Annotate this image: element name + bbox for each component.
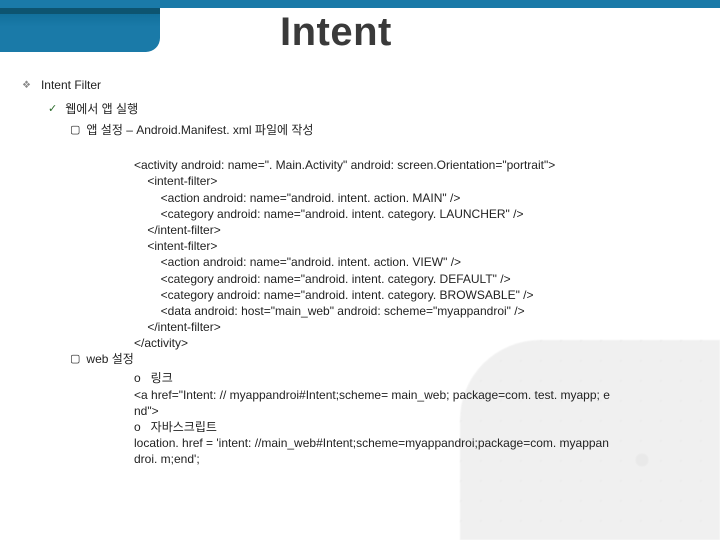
code-line: </activity> [134, 336, 188, 350]
title-row: Intent [0, 8, 720, 55]
bullet-web-setting: ▢ web 설정 [70, 351, 692, 368]
web-js-label: o 자바스크립트 [134, 420, 217, 434]
bullet-app-setting: ▢ 앱 설정 – Android.Manifest. xml 파일에 작성 [70, 122, 692, 139]
accent-block [0, 8, 160, 52]
web-link-label: o 링크 [134, 371, 173, 385]
code-line: </intent-filter> [134, 320, 221, 334]
lvl2-text: 웹에서 앱 실행 [65, 101, 138, 118]
manifest-code-block: <activity android: name=". Main.Activity… [134, 141, 692, 351]
code-line: <activity android: name=". Main.Activity… [134, 158, 555, 172]
header-topbar [0, 0, 720, 8]
web-code-block: o 링크 <a href="Intent: // myappandroi#Int… [134, 370, 614, 467]
web-setting-text: web 설정 [86, 351, 133, 368]
lvl1-text: Intent Filter [41, 77, 101, 95]
diamond-icon: ❖ [22, 77, 31, 95]
bullet-lvl2: ✓ 웹에서 앱 실행 [48, 101, 692, 118]
bullet-lvl1: ❖ Intent Filter [22, 77, 692, 95]
code-line: <category android: name="android. intent… [134, 272, 511, 286]
web-link-code: <a href="Intent: // myappandroi#Intent;s… [134, 388, 610, 418]
square-icon: ▢ [70, 351, 80, 368]
slide-content: ❖ Intent Filter ✓ 웹에서 앱 실행 ▢ 앱 설정 – Andr… [0, 55, 720, 468]
check-icon: ✓ [48, 101, 57, 118]
web-js-code: location. href = 'intent: //main_web#Int… [134, 436, 609, 466]
app-setting-text: 앱 설정 – Android.Manifest. xml 파일에 작성 [86, 122, 313, 139]
code-line: <action android: name="android. intent. … [134, 191, 460, 205]
page-title: Intent [160, 8, 392, 55]
code-line: <intent-filter> [134, 239, 217, 253]
code-line: </intent-filter> [134, 223, 221, 237]
code-line: <category android: name="android. intent… [134, 207, 524, 221]
code-line: <data android: host="main_web" android: … [134, 304, 525, 318]
square-icon: ▢ [70, 122, 80, 139]
code-line: <intent-filter> [134, 174, 217, 188]
code-line: <action android: name="android. intent. … [134, 255, 461, 269]
code-line: <category android: name="android. intent… [134, 288, 534, 302]
